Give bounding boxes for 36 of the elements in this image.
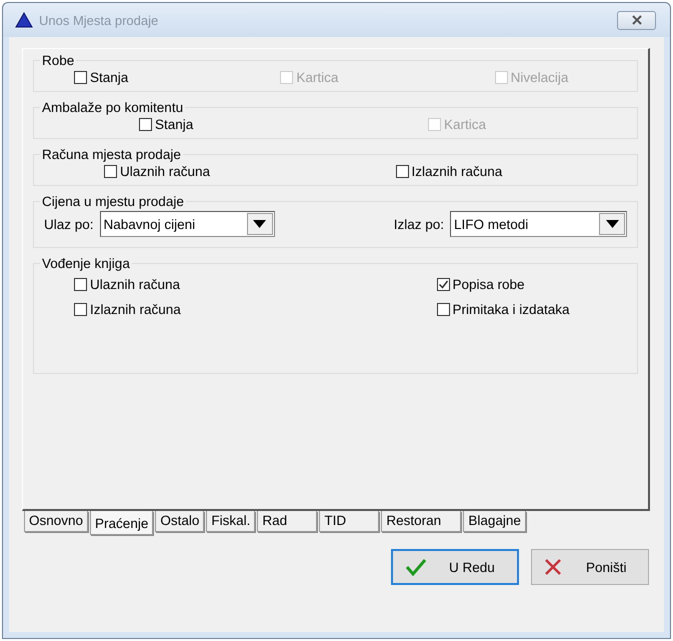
checkbox[interactable]: Ulaznih računa	[74, 277, 180, 292]
tab[interactable]: Ostalo	[155, 511, 204, 532]
group-title: Cijena u mjestu prodaje	[41, 194, 185, 209]
group-title: Robe	[41, 53, 76, 68]
field-label: Ulaz po:	[44, 216, 94, 232]
dropdown[interactable]: LIFO metodi	[450, 211, 627, 237]
dropdown[interactable]: Nabavnoj cijeni	[100, 211, 275, 237]
group-title: Vođenje knjiga	[41, 256, 131, 271]
window-title: Unos Mjesta prodaje	[39, 12, 160, 28]
tab[interactable]: Osnovno	[24, 511, 88, 532]
checkbox[interactable]: Primitaka i izdataka	[436, 302, 570, 317]
tab[interactable]: TID	[319, 511, 380, 532]
tab[interactable]: Fiskal.	[206, 511, 256, 532]
group-title: Računa mjesta prodaje	[41, 147, 182, 162]
dropdown-arrow-icon	[253, 220, 266, 228]
tab[interactable]: Restoran	[381, 511, 462, 532]
checkbox[interactable]: Stanja	[139, 117, 194, 132]
checkbox[interactable]: Izlaznih računa	[396, 164, 502, 179]
field-label: Izlaz po:	[394, 216, 444, 232]
checkbox[interactable]: Ulaznih računa	[104, 164, 210, 179]
close-icon	[544, 558, 562, 576]
checkmark-icon	[405, 558, 427, 576]
tab[interactable]: Praćenje	[90, 511, 154, 535]
close-icon	[630, 15, 642, 25]
group-title: Ambalaže po komitentu	[41, 100, 184, 115]
dropdown-arrow-icon	[606, 220, 618, 228]
check-icon	[438, 279, 448, 290]
tab[interactable]: Blagajne	[463, 511, 526, 532]
ok-button[interactable]: U Redu	[391, 549, 519, 585]
checkbox[interactable]: Stanja	[74, 70, 128, 85]
tab[interactable]: Rad	[257, 511, 318, 532]
checkbox[interactable]: Izlaznih računa	[74, 302, 181, 317]
checkbox[interactable]: Popisa robe	[436, 277, 525, 292]
triangle-icon	[15, 12, 33, 28]
close-button[interactable]	[617, 10, 656, 30]
cancel-button[interactable]: Poništi	[531, 549, 649, 585]
